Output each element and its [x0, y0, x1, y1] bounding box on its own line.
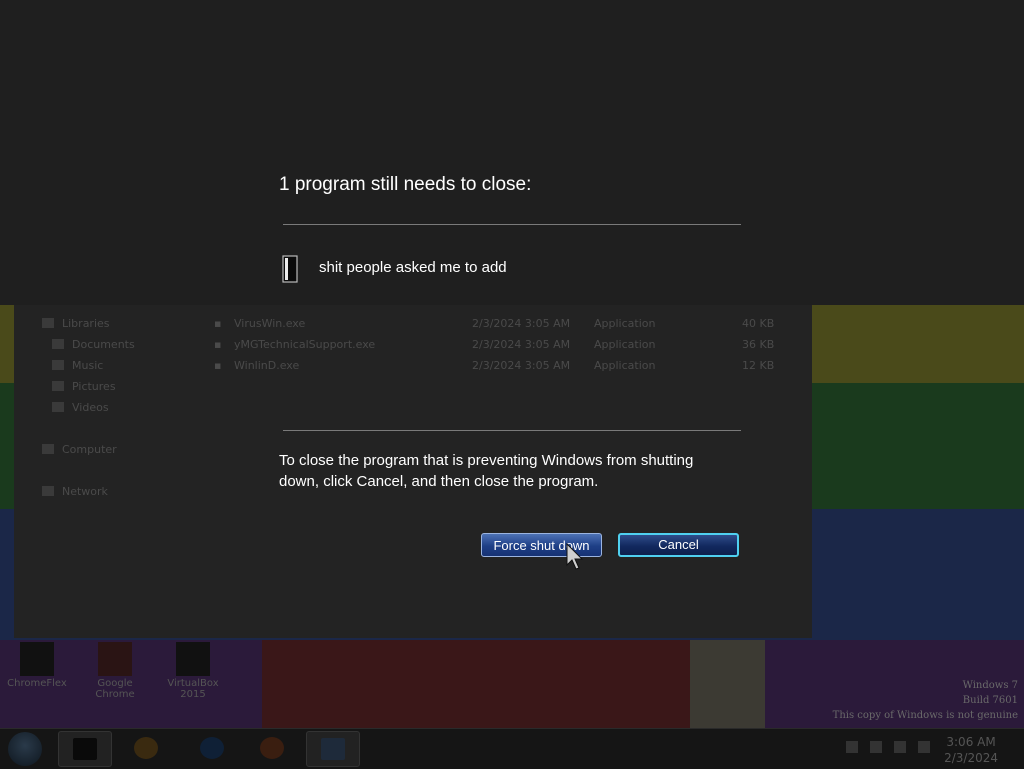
nav-music[interactable]: Music [72, 359, 103, 372]
desktop-icon-label: VirtualBox 2015 [167, 678, 219, 700]
desktop-icon[interactable]: ChromeFlex [2, 642, 72, 689]
documents-icon [52, 339, 64, 349]
battery-icon[interactable] [870, 741, 882, 753]
desktop-icon[interactable]: VirtualBox 2015 [158, 642, 228, 700]
taskbar-firefox[interactable] [246, 731, 298, 765]
dialog-message: To close the program that is preventing … [279, 452, 694, 490]
divider [283, 224, 741, 225]
dialog-title: 1 program still needs to close: [279, 174, 532, 195]
clock[interactable]: 3:06 AM 2/3/2024 [944, 734, 998, 766]
videos-icon [52, 402, 64, 412]
virtualbox-icon [176, 642, 210, 676]
taskbar-ie[interactable] [186, 731, 238, 765]
desktop-icon[interactable]: Google Chrome [80, 642, 150, 700]
nav-videos[interactable]: Videos [72, 401, 109, 414]
music-icon [52, 360, 64, 370]
desktop-icon-label: Google Chrome [95, 678, 135, 700]
desktop-icon-label: ChromeFlex [7, 678, 67, 689]
folder-icon [73, 738, 97, 760]
action-center-icon[interactable] [846, 741, 858, 753]
network-icon[interactable] [894, 741, 906, 753]
shutdown-blocking-dialog: 1 program still needs to close: shit peo… [260, 160, 760, 580]
media-player-icon [134, 737, 158, 759]
nav-computer[interactable]: Computer [62, 443, 117, 456]
exe-icon: ▪ [214, 338, 222, 351]
activation-watermark: Windows 7 Build 7601 This copy of Window… [833, 678, 1018, 723]
start-button[interactable] [8, 732, 42, 766]
network-icon [42, 486, 54, 496]
watermark-genuine: This copy of Windows is not genuine [832, 710, 1018, 721]
taskbar-app[interactable] [306, 731, 360, 767]
pictures-icon [52, 381, 64, 391]
computer-icon [42, 444, 54, 454]
watermark-os: Windows 7 [962, 680, 1018, 691]
browser-icon [200, 737, 224, 759]
chrome-icon [98, 642, 132, 676]
nav-libraries[interactable]: Libraries [62, 317, 110, 330]
nav-network[interactable]: Network [62, 485, 108, 498]
volume-icon[interactable] [918, 741, 930, 753]
clock-time: 3:06 AM [946, 735, 996, 749]
app-icon [20, 642, 54, 676]
firefox-icon [260, 737, 284, 759]
divider [283, 430, 741, 431]
watermark-build: Build 7601 [962, 695, 1018, 706]
exe-icon: ▪ [214, 317, 222, 330]
clock-date: 2/3/2024 [944, 751, 998, 765]
mouse-cursor-icon [566, 543, 584, 570]
wallpaper-band-cream [690, 640, 765, 728]
program-icon [282, 255, 298, 283]
window-icon [321, 738, 345, 760]
taskbar-explorer[interactable] [58, 731, 112, 767]
nav-documents[interactable]: Documents [72, 338, 135, 351]
taskbar-media-player[interactable] [120, 731, 172, 765]
cancel-button[interactable]: Cancel [618, 533, 739, 557]
nav-pictures[interactable]: Pictures [72, 380, 116, 393]
program-name: shit people asked me to add [319, 259, 507, 276]
exe-icon: ▪ [214, 359, 222, 372]
system-tray: 3:06 AM 2/3/2024 [836, 729, 1024, 769]
library-icon [42, 318, 54, 328]
wallpaper-band-red [262, 640, 690, 728]
taskbar: 3:06 AM 2/3/2024 [0, 728, 1024, 769]
